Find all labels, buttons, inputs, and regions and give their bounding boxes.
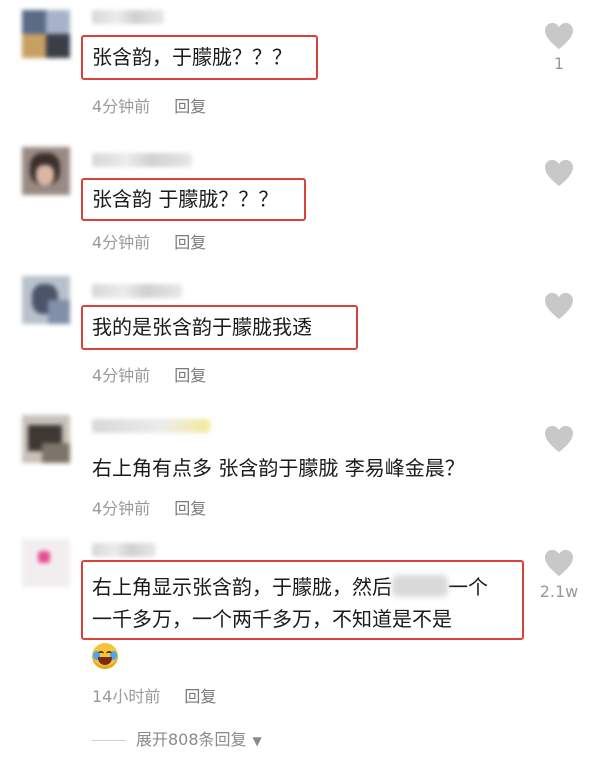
user-avatar[interactable]	[22, 10, 70, 58]
username[interactable]	[92, 419, 210, 433]
expand-replies-button[interactable]: 展开808条回复 ▼	[92, 726, 262, 750]
user-avatar[interactable]	[22, 539, 70, 587]
comment-text-line: 右上角显示张含韵，于朦胧，然后 一个	[92, 575, 488, 599]
user-avatar[interactable]	[22, 147, 70, 195]
heart-icon[interactable]	[544, 292, 574, 320]
like-count: 1	[553, 54, 565, 73]
redacted-text	[392, 575, 448, 597]
username[interactable]	[92, 153, 192, 167]
reply-button[interactable]: 回复	[174, 93, 206, 117]
comment-meta: 4分钟前 回复	[92, 362, 206, 386]
reply-button[interactable]: 回复	[174, 362, 206, 386]
expand-replies-label: 展开808条回复	[136, 730, 247, 749]
comment-time: 4分钟前	[92, 366, 151, 385]
comment-time: 4分钟前	[92, 499, 151, 518]
username[interactable]	[92, 284, 182, 298]
comment-item: 右上角有点多 张含韵于朦胧 李易峰金晨？ 4分钟前 回复	[0, 405, 600, 535]
comment-item: 张含韵，于朦胧？？？ 4分钟前 回复 1	[0, 0, 600, 135]
comment-text: 张含韵，于朦胧？？？	[92, 45, 292, 69]
caret-down-icon: ▼	[252, 734, 262, 748]
heart-icon[interactable]	[544, 159, 574, 187]
comment-time: 14小时前	[92, 687, 161, 706]
like-count: 2.1w	[539, 582, 579, 601]
comment-text: 右上角有点多 张含韵于朦胧 李易峰金晨？	[92, 456, 465, 480]
comment-meta: 4分钟前 回复	[92, 93, 206, 117]
reply-button[interactable]: 回复	[174, 495, 206, 519]
comment-thread: 张含韵，于朦胧？？？ 4分钟前回复 1 张含韵 于朦胧？？？ 4分钟前回复	[0, 0, 600, 759]
user-avatar[interactable]	[22, 276, 70, 324]
reply-button[interactable]: 回复	[184, 683, 216, 707]
comment-item: 我的是张含韵于朦胧我透 4分钟前 回复	[0, 270, 600, 405]
divider-line	[92, 740, 126, 741]
reply-button[interactable]: 回复	[174, 229, 206, 253]
laughing-crying-emoji-icon	[92, 643, 118, 669]
username[interactable]	[92, 543, 156, 557]
heart-icon[interactable]	[544, 549, 574, 577]
comment-text: 张含韵 于朦胧？？？	[92, 187, 279, 211]
comment-item: 张含韵 于朦胧？？？ 4分钟前 回复	[0, 135, 600, 270]
user-avatar[interactable]	[22, 415, 70, 463]
comment-time: 4分钟前	[92, 233, 151, 252]
heart-icon[interactable]	[544, 22, 574, 50]
comment-meta: 14小时前 回复	[92, 683, 216, 707]
comment-meta: 4分钟前 回复	[92, 495, 206, 519]
heart-icon[interactable]	[544, 425, 574, 453]
comment-item: 右上角显示张含韵，于朦胧，然后 一个 一千多万，一个两千多万，不知道是不是 14小…	[0, 535, 600, 720]
username[interactable]	[92, 10, 164, 24]
comment-text-line: 一千多万，一个两千多万，不知道是不是	[92, 607, 452, 631]
comment-meta: 4分钟前 回复	[92, 229, 206, 253]
comment-text: 我的是张含韵于朦胧我透	[92, 315, 312, 339]
comment-time: 4分钟前	[92, 97, 151, 116]
